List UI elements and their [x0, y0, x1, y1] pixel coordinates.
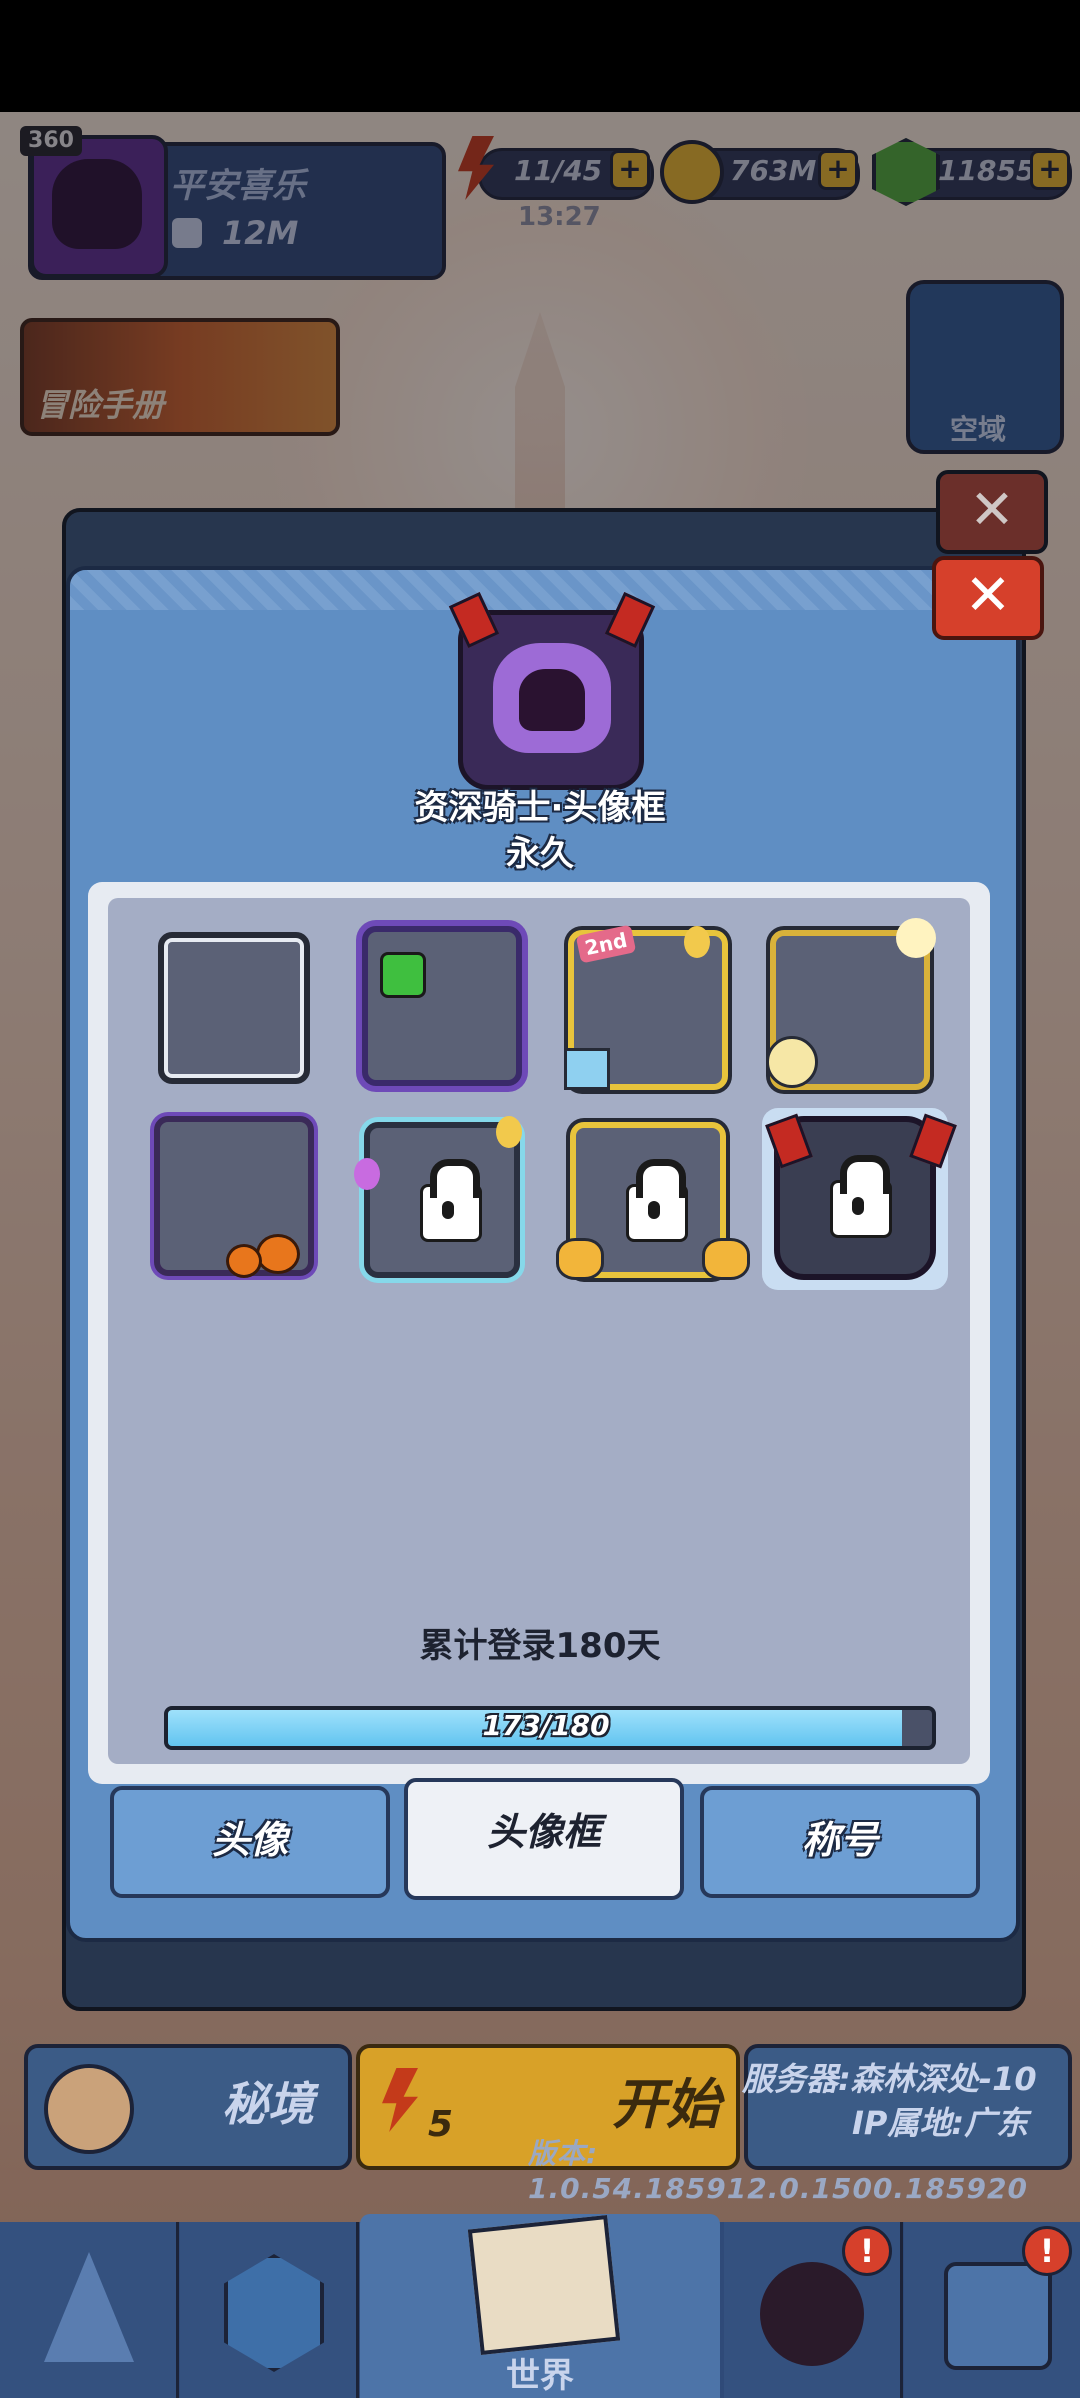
- start-energy-cost: 5: [428, 2104, 454, 2145]
- moon-icon: [896, 918, 936, 958]
- login-progress-text: 173/180: [482, 1709, 610, 1742]
- frame-slot-balloon[interactable]: [354, 1116, 522, 1278]
- crystal-icon: [44, 2252, 134, 2362]
- frame-slot-halloween[interactable]: [154, 1116, 314, 1278]
- target-icon: [44, 2064, 134, 2154]
- lock-keyhole: [442, 1201, 454, 1219]
- balloon-icon: [684, 926, 710, 958]
- modal-header-pattern: [70, 570, 1016, 610]
- nav-item-upgrade[interactable]: [180, 2222, 359, 2398]
- selected-frame-preview: [448, 591, 656, 790]
- frame-slot-senior-knight[interactable]: [765, 1113, 957, 1280]
- start-label: 开始: [612, 2073, 720, 2136]
- frame-name: 资深骑士·头像框: [414, 788, 666, 828]
- lock-shackle: [636, 1159, 686, 1198]
- right-thumb-icon: [702, 1238, 750, 1280]
- frame-slot-purple-monster[interactable]: [362, 926, 522, 1086]
- close-button[interactable]: ✕: [932, 556, 1044, 640]
- frame-preview-face: [493, 643, 611, 753]
- shield-upgrade-icon: [224, 2254, 324, 2372]
- lock-keyhole: [852, 1197, 864, 1215]
- lock-icon: [830, 1155, 892, 1238]
- frame-slot-moon-tree[interactable]: [766, 918, 936, 1090]
- heroes-alert-icon: !: [842, 2226, 892, 2276]
- knight-mask-icon: [519, 669, 585, 731]
- login-requirement: 累计登录180天: [419, 1626, 661, 1666]
- frame-duration: 永久: [506, 834, 574, 874]
- purple-balloon-icon: [354, 1158, 380, 1190]
- green-badge-icon: [380, 952, 426, 998]
- tab-avatar[interactable]: 头像: [110, 1786, 390, 1898]
- lock-icon: [420, 1159, 482, 1242]
- frame-slot-anniversary[interactable]: 2nd: [564, 924, 728, 1090]
- server-info: 服务器:森林深处-10: [742, 2060, 1037, 2098]
- crescent-moon-icon: [766, 1036, 818, 1088]
- lock-keyhole: [648, 1201, 660, 1219]
- lock-icon: [626, 1159, 688, 1242]
- small-pumpkin-icon: [226, 1244, 262, 1278]
- nav-world-label: 世界: [506, 2356, 574, 2396]
- tab-avatar-frame[interactable]: 头像框: [404, 1778, 684, 1900]
- hero-icon: [760, 2262, 864, 2366]
- guild-alert-icon: !: [1022, 2226, 1072, 2276]
- version-text: 版本: 1.0.54.185912.0.1500.185920: [528, 2137, 1028, 2205]
- frame-slot-default[interactable]: [158, 932, 310, 1084]
- anniversary-badge: 2nd: [575, 924, 637, 964]
- map-icon: [467, 2215, 621, 2355]
- frame-slot-thumbs-up[interactable]: [556, 1122, 750, 1280]
- gift-box-icon: [564, 1048, 610, 1090]
- background-close-button[interactable]: ✕: [936, 470, 1048, 554]
- secret-realm-label: 秘境: [222, 2077, 314, 2131]
- yellow-balloon-icon: [496, 1116, 522, 1148]
- pumpkin-icon: [256, 1234, 300, 1274]
- lock-shackle: [840, 1155, 890, 1194]
- left-thumb-icon: [556, 1238, 604, 1280]
- guild-icon: [944, 2262, 1052, 2370]
- lock-shackle: [430, 1159, 480, 1198]
- tab-title[interactable]: 称号: [700, 1786, 980, 1898]
- energy-bolt-icon: [382, 2068, 418, 2132]
- nav-item-equipment[interactable]: [0, 2222, 179, 2398]
